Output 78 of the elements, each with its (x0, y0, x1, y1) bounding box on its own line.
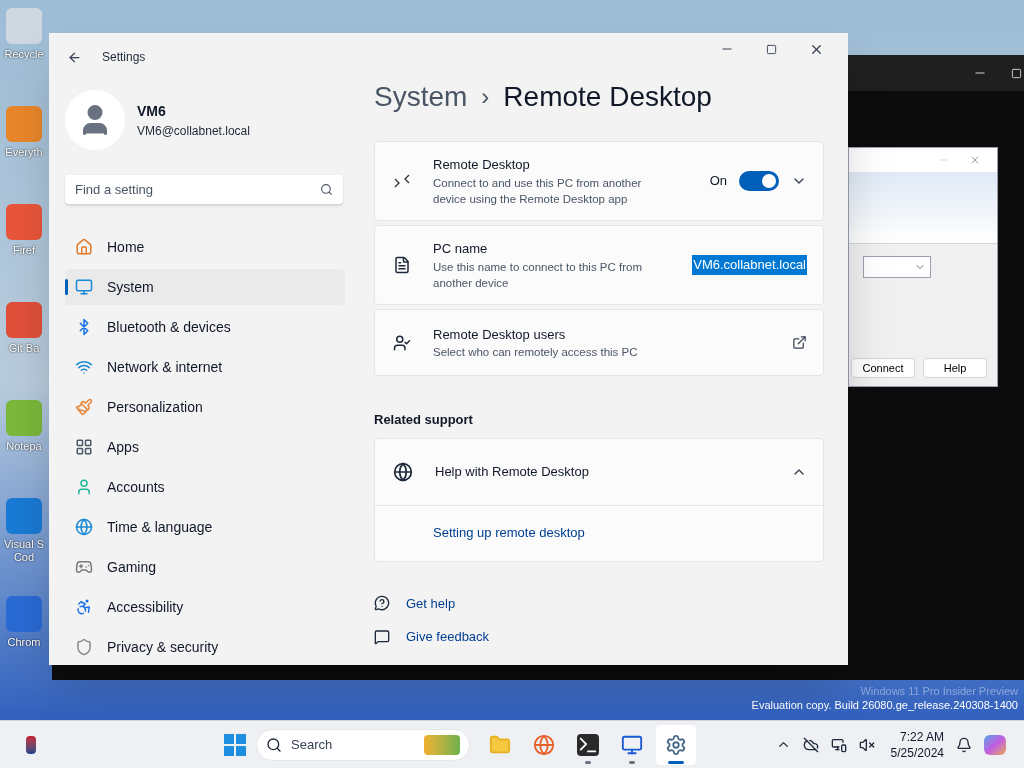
search-highlight-icon (424, 734, 460, 755)
clock[interactable]: 7:22 AM 5/25/2024 (890, 728, 944, 761)
setting-description: Select who can remotely access this PC (433, 345, 639, 361)
setting-card[interactable]: PC name Use this name to connect to this PC from another device VM6.collabnet.local (374, 225, 824, 305)
search-icon (266, 736, 282, 753)
desktop-icon-label: Notepa (6, 440, 42, 453)
help-expander[interactable]: Help with Remote Desktop (375, 438, 823, 505)
sidebar-item[interactable]: Accessibility (65, 589, 345, 625)
setting-card[interactable]: Remote Desktop Connect to and use this PC from another device using the Remote Desktop app On (374, 141, 824, 221)
network-icon[interactable] (830, 736, 847, 753)
settings-search-field[interactable]: Find a setting (65, 175, 343, 205)
maximize-icon[interactable] (766, 43, 777, 55)
sidebar-item[interactable]: Bluetooth & devices (65, 309, 345, 345)
widget-icon[interactable] (26, 735, 36, 754)
sidebar-item[interactable]: Apps (65, 429, 345, 465)
apps-grid-icon (75, 438, 93, 456)
help-link[interactable]: Setting up remote desktop (433, 523, 585, 543)
window-title: Settings (102, 49, 146, 66)
terminal-icon (577, 733, 599, 756)
sidebar-item[interactable]: Personalization (65, 389, 345, 425)
sidebar-item[interactable]: System (65, 269, 345, 305)
document-icon (393, 256, 411, 274)
setting-description: Use this name to connect to this PC from another device (433, 259, 643, 291)
gear-icon (665, 733, 687, 756)
speaker-muted-icon[interactable] (858, 736, 875, 753)
desktop-icon-label: Everyth (5, 146, 43, 159)
section-heading: Related support (374, 411, 474, 429)
shield-icon (75, 638, 93, 656)
start-icon[interactable] (224, 733, 246, 756)
setting-description: Connect to and use this PC from another device using the Remote Desktop app (433, 175, 643, 207)
external-link-icon[interactable] (792, 335, 807, 350)
sidebar-item[interactable]: Network & internet (65, 349, 345, 385)
sidebar-item[interactable]: Accounts (65, 469, 345, 505)
setting-title: Remote Desktop (433, 156, 531, 175)
remote-arrows-icon (393, 172, 411, 190)
breadcrumb-separator: › (481, 82, 490, 112)
gamepad-icon (75, 558, 93, 576)
sidebar-item[interactable]: Gaming (65, 549, 345, 585)
help-bubble-icon (374, 595, 390, 612)
breadcrumb-parent[interactable]: System (374, 76, 468, 118)
sidebar-item[interactable]: Time & language (65, 509, 345, 545)
setting-card[interactable]: Remote Desktop users Select who can remotely access this PC (374, 309, 824, 376)
dropdown-field[interactable] (863, 256, 931, 278)
account-name: VM6 (137, 101, 167, 121)
search-icon (320, 183, 333, 196)
setting-title: Remote Desktop users (433, 325, 567, 344)
sidebar-item[interactable]: Privacy & security (65, 629, 345, 665)
desktop-icon-label: Recycle (4, 48, 44, 61)
folder-icon (489, 733, 511, 756)
footer-link[interactable]: Give feedback (406, 627, 490, 647)
cloud-off-icon[interactable] (802, 736, 819, 753)
desktop-icon-label: Visual S Cod (3, 538, 45, 564)
wifi-icon (75, 358, 93, 376)
account-email: VM6@collabnet.local (137, 122, 250, 140)
watermark-text: Windows 11 Pro Insider Preview (860, 684, 1018, 698)
bell-icon[interactable] (956, 736, 972, 753)
dialog-button[interactable]: Help (923, 358, 987, 378)
desktop-icon-label: Git Ba (8, 342, 40, 355)
user-check-icon (393, 333, 411, 352)
toggle-state-label: On (709, 172, 727, 191)
house-icon (75, 238, 93, 256)
selection-indicator (65, 279, 68, 295)
person-icon (75, 478, 93, 496)
pc-name-value[interactable]: VM6.collabnet.local (692, 255, 807, 275)
monitor-icon (75, 278, 93, 296)
accessibility-icon (75, 598, 93, 616)
setting-title: PC name (433, 240, 489, 259)
toggle-switch[interactable] (739, 171, 779, 191)
watermark-text: Evaluation copy. Build 26080.ge_release.240308-1400 (751, 698, 1018, 712)
footer-link[interactable]: Get help (406, 593, 456, 613)
copilot-icon[interactable] (984, 734, 1006, 755)
taskbar-app[interactable] (656, 724, 696, 765)
desktop-icon-label: Firef (13, 244, 35, 257)
sidebar-item[interactable]: Home (65, 229, 345, 265)
paintbrush-icon (75, 398, 93, 416)
dialog-button[interactable]: Connect (851, 358, 915, 378)
page-title: Remote Desktop (503, 80, 712, 114)
desktop-icon-label: Chrom (7, 636, 41, 649)
